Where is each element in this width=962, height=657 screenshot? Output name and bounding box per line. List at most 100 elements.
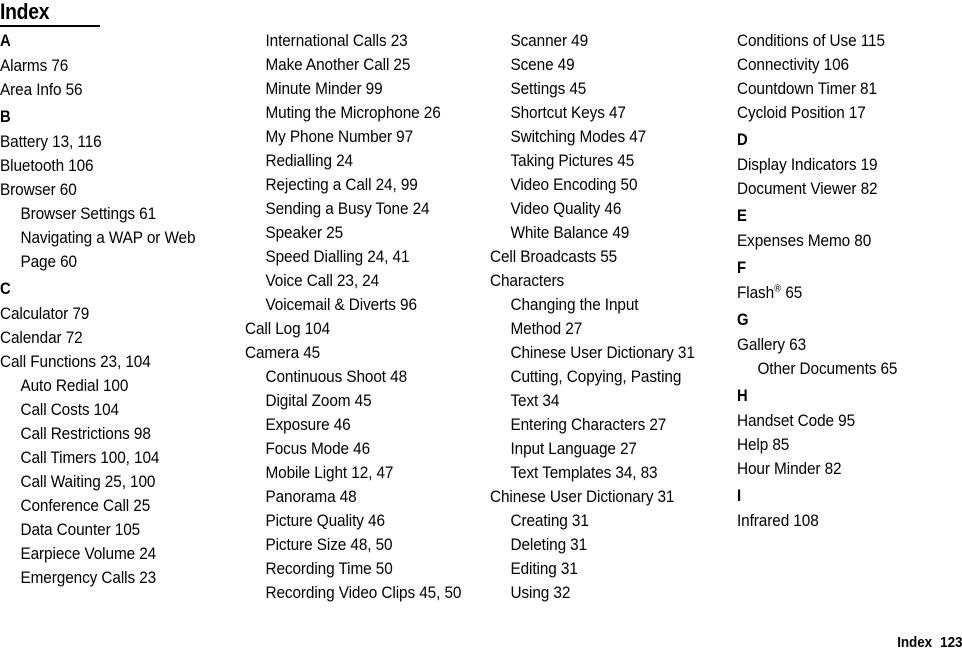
footer-page-number: 123 (939, 634, 962, 651)
index-subentry: Chinese User Dictionary 31 (510, 344, 695, 362)
index-subentry: Text Templates 34, 83 (510, 464, 658, 482)
index-subentry: Browser Settings 61 (20, 205, 157, 223)
index-subentry: Make Another Call 25 (265, 56, 411, 74)
title-underline-rule (0, 25, 100, 27)
index-entry: Area Info 56 (0, 81, 83, 99)
index-subentry: Earpiece Volume 24 (20, 545, 157, 563)
index-subentry: Entering Characters 27 (510, 416, 667, 434)
index-letter-heading: I (737, 486, 741, 505)
index-subentry: My Phone Number 97 (265, 128, 414, 146)
index-subentry: Taking Pictures 45 (510, 152, 635, 170)
index-entry: Battery 13, 116 (0, 133, 102, 151)
page-footer: Index 123 (897, 634, 962, 651)
index-entry: Expenses Memo 80 (737, 232, 872, 250)
index-subentry: White Balance 49 (510, 224, 630, 242)
footer-section-label: Index (896, 634, 932, 651)
index-subentry: Method 27 (510, 320, 583, 338)
index-entry: Connectivity 106 (737, 56, 849, 74)
index-subentry: Voice Call 23, 24 (265, 272, 380, 290)
index-entry: Chinese User Dictionary 31 (490, 488, 675, 506)
index-column-2: International Calls 23 Make Another Call … (245, 29, 485, 605)
index-entry: Characters (490, 272, 565, 290)
index-letter-heading: E (737, 206, 747, 225)
index-column-3: Scanner 49 Scene 49 Settings 45 Shortcut Ke… (490, 29, 730, 605)
index-subentry: Conference Call 25 (20, 497, 151, 515)
index-letter-heading: G (737, 310, 749, 329)
index-entry: Help 85 (737, 436, 790, 454)
index-entry: Calculator 79 (0, 305, 90, 323)
index-subentry: Emergency Calls 23 (20, 569, 157, 587)
index-subentry: Auto Redial 100 (20, 377, 129, 395)
page-title: Index (0, 0, 50, 24)
index-subentry: Navigating a WAP or Web (20, 229, 196, 247)
index-subentry: Picture Size 48, 50 (265, 536, 393, 554)
index-subentry: Editing 31 (510, 560, 578, 578)
index-entry: Gallery 63 (737, 336, 807, 354)
page-title-block: Index (0, 0, 112, 27)
index-subentry: Creating 31 (510, 512, 589, 530)
index-entry: Conditions of Use 115 (737, 32, 885, 50)
index-column-1: A Alarms 76 Area Info 56 B Battery 13, 116 Bl… (0, 29, 236, 590)
index-subentry: Recording Time 50 (265, 560, 393, 578)
index-subentry: Recording Video Clips 45, 50 (265, 584, 462, 602)
index-entry: Hour Minder 82 (737, 460, 842, 478)
index-subentry: Page 60 (20, 253, 77, 271)
index-letter-heading: B (0, 107, 11, 126)
index-letter-heading: F (737, 258, 746, 277)
index-letter-heading: H (737, 386, 748, 405)
index-subentry: Using 32 (510, 584, 571, 602)
index-subentry: Input Language 27 (510, 440, 637, 458)
index-subentry: Sending a Busy Tone 24 (265, 200, 430, 218)
index-subentry: Speaker 25 (265, 224, 344, 242)
index-entry: Call Functions 23, 104 (0, 353, 151, 371)
index-subentry: Other Documents 65 (757, 360, 898, 378)
index-subentry: Data Counter 105 (20, 521, 141, 539)
index-subentry: Changing the Input (510, 296, 639, 314)
index-subentry: International Calls 23 (265, 32, 408, 50)
index-subentry: Video Quality 46 (510, 200, 622, 218)
index-subentry: Cutting, Copying, Pasting (510, 368, 682, 386)
index-subentry: Text 34 (510, 392, 560, 410)
index-entry: Infrared 108 (737, 512, 819, 530)
index-entry: Handset Code 95 (737, 412, 856, 430)
index-subentry: Picture Quality 46 (265, 512, 385, 530)
index-subentry: Muting the Microphone 26 (265, 104, 441, 122)
index-entry: Flash® 65 (737, 282, 803, 302)
index-subentry: Voicemail & Diverts 96 (265, 296, 417, 314)
index-letter-heading: C (0, 279, 11, 298)
index-letter-heading: A (0, 31, 11, 50)
index-subentry: Call Waiting 25, 100 (20, 473, 156, 491)
index-entry: Calendar 72 (0, 329, 83, 347)
index-subentry: Call Timers 100, 104 (20, 449, 160, 467)
index-subentry: Scene 49 (510, 56, 575, 74)
index-subentry: Speed Dialling 24, 41 (265, 248, 410, 266)
index-subentry: Settings 45 (510, 80, 587, 98)
index-column-4: Conditions of Use 115 Connectivity 106 Cou… (737, 29, 962, 533)
index-subentry: Redialling 24 (265, 152, 353, 170)
index-entry: Bluetooth 106 (0, 157, 94, 175)
index-entry: Cycloid Position 17 (737, 104, 866, 122)
index-subentry: Rejecting a Call 24, 99 (265, 176, 418, 194)
index-subentry: Switching Modes 47 (510, 128, 647, 146)
index-subentry: Video Encoding 50 (510, 176, 638, 194)
index-entry: Display Indicators 19 (737, 156, 878, 174)
index-subentry: Focus Mode 46 (265, 440, 371, 458)
index-letter-heading: D (737, 130, 748, 149)
index-subentry: Call Costs 104 (20, 401, 119, 419)
index-subentry: Continuous Shoot 48 (265, 368, 408, 386)
index-subentry: Scanner 49 (510, 32, 589, 50)
index-subentry: Digital Zoom 45 (265, 392, 372, 410)
index-entry: Cell Broadcasts 55 (490, 248, 618, 266)
index-subentry: Mobile Light 12, 47 (265, 464, 394, 482)
index-entry: Countdown Timer 81 (737, 80, 877, 98)
index-subentry: Deleting 31 (510, 536, 588, 554)
index-entry: Alarms 76 (0, 57, 69, 75)
index-subentry: Exposure 46 (265, 416, 351, 434)
index-entry: Document Viewer 82 (737, 180, 878, 198)
index-subentry: Minute Minder 99 (265, 80, 383, 98)
index-subentry: Call Restrictions 98 (20, 425, 151, 443)
index-entry: Browser 60 (0, 181, 77, 199)
index-entry: Camera 45 (245, 344, 321, 362)
index-entry: Call Log 104 (245, 320, 331, 338)
index-subentry: Panorama 48 (265, 488, 357, 506)
